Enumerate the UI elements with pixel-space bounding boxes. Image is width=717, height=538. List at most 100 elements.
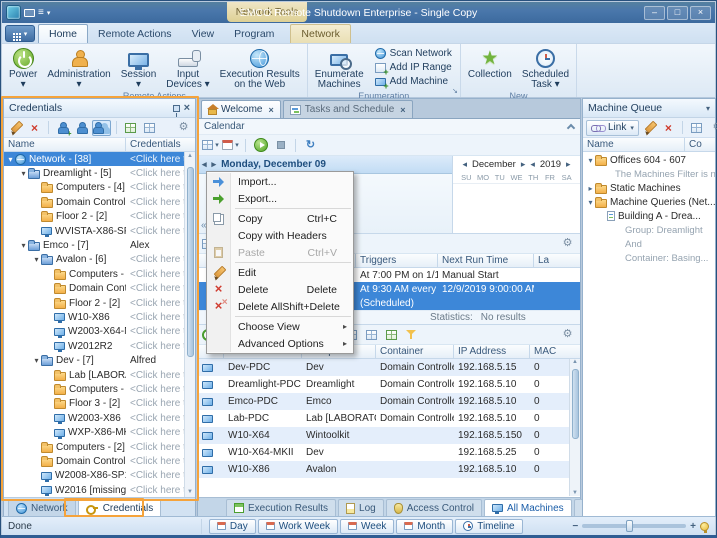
view-tab[interactable]: Access Control — [386, 499, 482, 516]
expander-icon[interactable]: ▾ — [6, 155, 15, 164]
next-year-icon[interactable]: ▸ — [566, 159, 571, 170]
tree-row[interactable]: Floor 2 - [2] <Click here t — [4, 210, 184, 224]
dialog-launcher-icon[interactable]: ↘ — [452, 88, 458, 95]
tree-item-credentials[interactable]: <Click here t — [126, 310, 184, 324]
tree-item-credentials[interactable]: <Click here t — [126, 296, 184, 310]
expander-icon[interactable]: ▾ — [586, 198, 595, 207]
expander-icon[interactable]: ▾ — [32, 356, 41, 365]
tree-item-credentials[interactable]: <Click here t — [126, 282, 184, 296]
ribbon-small-button[interactable]: Add IP Range — [373, 62, 454, 74]
tree-row[interactable]: ▾ Avalon - [6] <Click here t — [4, 253, 184, 267]
tree-item-credentials[interactable]: <Click here t — [126, 253, 184, 267]
previous-day-icon[interactable]: ◂ — [202, 159, 207, 170]
tree-row[interactable]: ▾ Network - [38] <Click here t — [4, 152, 184, 166]
machine-row[interactable]: Emco-PDC Emco Domain Controllers 192.168… — [198, 393, 580, 410]
view-tab[interactable]: Execution Results — [226, 499, 336, 516]
menu-item[interactable]: Export... — [207, 190, 353, 207]
column-header-triggers[interactable]: Triggers — [356, 254, 438, 267]
calendar-view-button[interactable]: Work Week — [258, 519, 338, 534]
application-menu-button[interactable]: ▾ — [5, 25, 35, 42]
add-user-button[interactable]: + — [54, 120, 71, 136]
panel-tab[interactable]: Credentials — [78, 499, 162, 516]
tree-row[interactable]: W2003-X64-MKII <Click here t — [4, 325, 184, 339]
column-header-ip[interactable]: IP Address — [454, 345, 530, 358]
menu-item[interactable]: Edit — [207, 264, 353, 281]
run-task-button[interactable] — [252, 137, 269, 153]
view-tab[interactable]: Log — [338, 499, 384, 516]
quick-access-dropdown-icon[interactable]: ▾ — [47, 9, 51, 17]
tree-row[interactable]: W10-X86 <Click here t — [4, 310, 184, 324]
zoom-out-icon[interactable]: − — [572, 521, 578, 532]
tree-item-credentials[interactable]: <Click here t — [126, 181, 184, 195]
calendar-view-button[interactable]: Timeline — [455, 519, 522, 534]
machines-scrollbar[interactable]: ▲ ▼ — [569, 359, 580, 496]
close-button[interactable]: × — [690, 6, 711, 20]
tree-row[interactable]: Floor 3 - [2] <Click here t — [4, 397, 184, 411]
ribbon-small-button[interactable]: Scan Network — [373, 48, 454, 60]
ribbon-big-button[interactable]: Collection — [464, 45, 516, 90]
calendar-view-button[interactable]: Month — [396, 519, 453, 534]
hint-icon[interactable] — [700, 522, 709, 531]
stop-task-button[interactable] — [272, 137, 289, 153]
edit-user-button[interactable] — [73, 120, 90, 136]
ribbon-big-button[interactable]: Session ▾ — [117, 45, 161, 90]
tree-row[interactable]: Domain Controllers ... <Click here t — [4, 454, 184, 468]
tree-row[interactable]: Computers - [1] <Click here t — [4, 382, 184, 396]
column-header-mac[interactable]: MAC — [530, 345, 560, 358]
previous-year-icon[interactable]: ◂ — [530, 159, 535, 170]
queue-row[interactable]: And — [583, 237, 715, 251]
tree-row[interactable]: ▾ Dreamlight - [5] <Click here t — [4, 166, 184, 180]
grid-view-button[interactable] — [122, 120, 139, 136]
minimize-button[interactable]: – — [644, 6, 665, 20]
view-tab[interactable]: All Machines — [484, 499, 572, 516]
tree-item-credentials[interactable]: <Click here t — [126, 382, 184, 396]
column-header-last[interactable]: La — [534, 254, 553, 267]
tree-row[interactable]: W2012R2 <Click here t — [4, 339, 184, 353]
scrollbar-thumb[interactable] — [187, 167, 194, 357]
tree-item-credentials[interactable]: Alfred — [126, 353, 184, 367]
tree-row[interactable]: Domain Controllers - [1] <Click here t — [4, 195, 184, 209]
tree-item-credentials[interactable]: <Click here t — [126, 411, 184, 425]
machine-row[interactable]: W10-X86 Avalon 192.168.5.10 0 — [198, 461, 580, 478]
machines-view-3-button[interactable] — [383, 327, 400, 343]
tree-row[interactable]: Floor 2 - [2] <Click here t — [4, 296, 184, 310]
tab-close-icon[interactable]: × — [400, 105, 405, 115]
menu-item[interactable]: Import... — [207, 173, 353, 190]
tree-row[interactable]: Lab [LABORATO... <Click here t — [4, 368, 184, 382]
tree-row[interactable]: W2003-X86 <Click here t — [4, 411, 184, 425]
machines-view-2-button[interactable] — [363, 327, 380, 343]
queue-row[interactable]: ▸ Static Machines — [583, 181, 715, 195]
expander-icon[interactable]: ▸ — [586, 184, 595, 193]
menu-item[interactable]: Advanced Options ▸ — [207, 335, 353, 352]
tasks-settings-button[interactable] — [559, 236, 576, 252]
pin-icon[interactable] — [173, 105, 180, 112]
previous-month-icon[interactable]: ◂ — [462, 159, 467, 170]
edit-queue-button[interactable] — [641, 120, 658, 136]
tree-item-credentials[interactable]: <Click here t — [126, 339, 184, 353]
column-header-count[interactable]: Co — [685, 138, 715, 151]
ribbon-tab[interactable]: Home — [38, 24, 88, 43]
ribbon-big-button[interactable]: Administration ▾ — [43, 45, 114, 90]
ribbon-big-button[interactable]: Scheduled Task ▾ — [518, 45, 573, 90]
calendar-date-button[interactable]: ▾ — [222, 137, 239, 153]
menu-item[interactable]: Delete All Shift+Delete — [207, 298, 353, 315]
document-tab[interactable]: Tasks and Schedule × — [283, 100, 413, 118]
queue-row[interactable]: Container: Basing... — [583, 251, 715, 265]
tree-item-credentials[interactable]: <Click here t — [126, 483, 184, 497]
menu-item[interactable]: Copy with Headers — [207, 227, 353, 244]
next-month-icon[interactable]: ▸ — [521, 159, 526, 170]
machine-row[interactable]: Dreamlight-PDC Dreamlight Domain Control… — [198, 376, 580, 393]
tree-row[interactable]: Domain Controll... <Click here t — [4, 282, 184, 296]
tree-item-credentials[interactable]: <Click here t — [126, 166, 184, 180]
tab-close-icon[interactable]: × — [269, 105, 274, 115]
ribbon-small-button[interactable]: Add Machine — [373, 76, 454, 88]
app-icon[interactable] — [6, 5, 21, 20]
tree-row[interactable]: ▾ Emco - [7] Alex — [4, 238, 184, 252]
expander-icon[interactable]: ▾ — [19, 241, 28, 250]
queue-row[interactable]: ▾ Machine Queries (Net... — [583, 195, 715, 209]
machine-row[interactable]: W10-X64 Wintoolkit 192.168.5.150 0 — [198, 427, 580, 444]
scrollbar-thumb[interactable] — [572, 369, 579, 439]
tree-row[interactable]: ▾ Dev - [7] Alfred — [4, 353, 184, 367]
document-tab[interactable]: Welcome × — [201, 100, 281, 118]
column-header-name[interactable]: Name — [4, 138, 126, 151]
